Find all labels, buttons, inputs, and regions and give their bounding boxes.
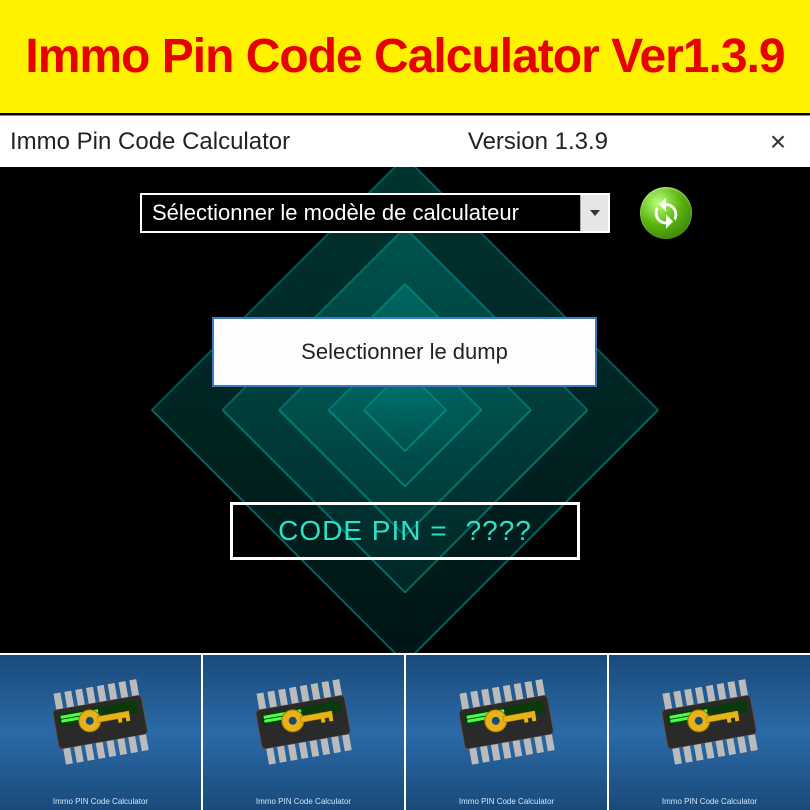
chip-key-icon — [645, 677, 775, 777]
thumbnail-item: Immo PIN Code Calculator — [203, 655, 406, 810]
model-select-dropdown[interactable]: Sélectionner le modèle de calculateur — [140, 193, 610, 233]
thumbnail-label: Immo PIN Code Calculator — [406, 797, 607, 806]
app-body: Sélectionner le modèle de calculateur Se… — [0, 167, 810, 653]
select-dump-label: Selectionner le dump — [301, 339, 508, 365]
refresh-icon — [649, 196, 683, 230]
chevron-down-icon[interactable] — [580, 195, 608, 231]
window-titlebar: Immo Pin Code Calculator Version 1.3.9 × — [0, 115, 810, 167]
thumbnail-item: Immo PIN Code Calculator — [609, 655, 810, 810]
window-title: Immo Pin Code Calculator — [10, 128, 290, 156]
banner: Immo Pin Code Calculator Ver1.3.9 — [0, 0, 810, 115]
background-pattern — [155, 167, 655, 653]
window-version: Version 1.3.9 — [468, 128, 608, 156]
close-button[interactable]: × — [758, 126, 798, 158]
thumbnail-label: Immo PIN Code Calculator — [609, 797, 810, 806]
result-label: CODE PIN = — [278, 515, 447, 547]
chip-key-icon — [442, 677, 572, 777]
model-select-label: Sélectionner le modèle de calculateur — [142, 195, 580, 231]
refresh-button[interactable] — [640, 187, 692, 239]
chip-key-icon — [239, 677, 369, 777]
chip-key-icon — [36, 677, 166, 777]
thumbnail-label: Immo PIN Code Calculator — [0, 797, 201, 806]
thumbnail-item: Immo PIN Code Calculator — [406, 655, 609, 810]
result-value: ???? — [466, 515, 532, 547]
thumbnail-label: Immo PIN Code Calculator — [203, 797, 404, 806]
thumbnail-row: Immo PIN Code Calculator — [0, 653, 810, 810]
banner-title: Immo Pin Code Calculator Ver1.3.9 — [25, 29, 784, 84]
select-dump-button[interactable]: Selectionner le dump — [212, 317, 597, 387]
result-box: CODE PIN = ???? — [230, 502, 580, 560]
thumbnail-item: Immo PIN Code Calculator — [0, 655, 203, 810]
